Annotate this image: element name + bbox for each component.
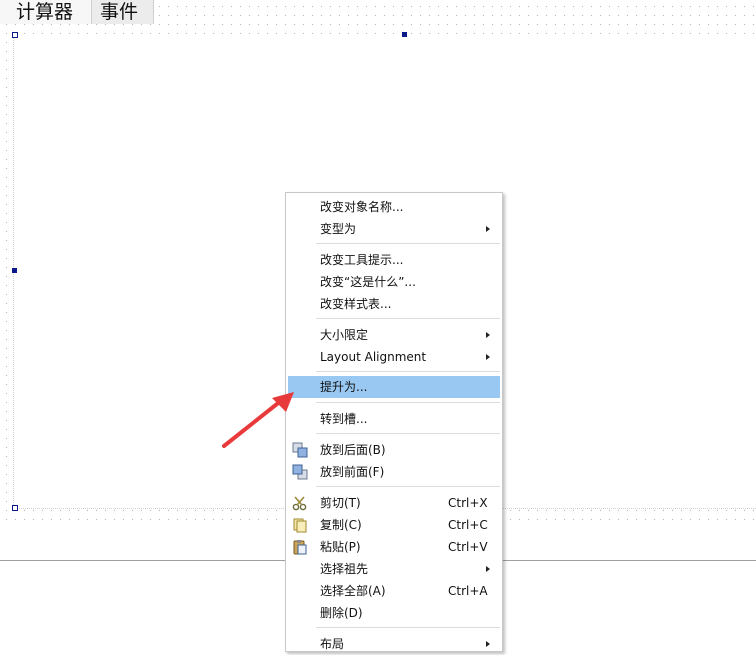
menu-item-morph-into[interactable]: 变型为 — [288, 218, 500, 240]
submenu-arrow-icon — [486, 354, 490, 360]
menu-item-send-to-back[interactable]: 放到后面(B) — [288, 439, 500, 461]
menu-item-copy[interactable]: 复制(C) Ctrl+C — [288, 514, 500, 536]
submenu-arrow-icon — [486, 332, 490, 338]
menu-item-label: Layout Alignment — [320, 350, 427, 364]
menu-item-change-whats-this[interactable]: 改变“这是什么”... — [288, 271, 500, 293]
menu-item-select-ancestor[interactable]: 选择祖先 — [288, 558, 500, 580]
menu-separator — [316, 243, 500, 244]
menu-item-label: 放到后面(B) — [320, 443, 386, 457]
menu-item-change-stylesheet[interactable]: 改变样式表... — [288, 293, 500, 315]
copy-icon — [292, 517, 308, 533]
resize-handle-top-left[interactable] — [12, 32, 18, 38]
menu-item-paste[interactable]: 粘贴(P) Ctrl+V — [288, 536, 500, 558]
menu-item-go-to-slot[interactable]: 转到槽... — [288, 408, 500, 430]
submenu-arrow-icon — [486, 641, 490, 647]
menu-item-change-tooltip[interactable]: 改变工具提示... — [288, 249, 500, 271]
menu-item-label: 改变“这是什么”... — [320, 275, 416, 289]
menu-item-label: 改变对象名称... — [320, 200, 404, 214]
menu-item-bring-to-front[interactable]: 放到前面(F) — [288, 461, 500, 483]
menu-item-promote-to[interactable]: 提升为... — [288, 376, 500, 398]
menu-item-label: 粘贴(P) — [320, 540, 361, 554]
menu-item-cut[interactable]: 剪切(T) Ctrl+X — [288, 492, 500, 514]
menu-item-size-constraints[interactable]: 大小限定 — [288, 324, 500, 346]
menu-item-label: 选择全部(A) — [320, 584, 386, 598]
menu-item-layout-alignment[interactable]: Layout Alignment — [288, 346, 500, 368]
bring-to-front-icon — [292, 464, 308, 480]
menu-item-label: 大小限定 — [320, 328, 369, 342]
menu-item-label: 改变样式表... — [320, 297, 392, 311]
menu-item-shortcut: Ctrl+C — [448, 518, 488, 532]
menu-item-change-object-name[interactable]: 改变对象名称... — [288, 196, 500, 218]
context-menu: 改变对象名称... 变型为 改变工具提示... 改变“这是什么”... 改变样式… — [285, 192, 503, 652]
menu-item-delete[interactable]: 删除(D) — [288, 602, 500, 624]
menu-separator — [316, 318, 500, 319]
resize-handle-top[interactable] — [402, 32, 407, 37]
menu-separator — [316, 371, 500, 372]
menu-item-label: 改变工具提示... — [320, 253, 404, 267]
menu-item-label: 布局 — [320, 637, 345, 651]
tab-bar: 计算器 事件 — [0, 0, 154, 24]
annotation-arrow-icon — [222, 392, 294, 448]
submenu-arrow-icon — [486, 226, 490, 232]
menu-item-layout[interactable]: 布局 — [288, 633, 500, 655]
menu-separator — [316, 402, 500, 403]
cut-icon — [292, 495, 308, 511]
menu-item-label: 转到槽... — [320, 412, 368, 426]
menu-separator — [316, 627, 500, 628]
menu-separator — [316, 486, 500, 487]
menu-item-label: 提升为... — [320, 380, 368, 394]
menu-item-label: 放到前面(F) — [320, 465, 385, 479]
menu-separator — [316, 433, 500, 434]
menu-item-label: 变型为 — [320, 222, 357, 236]
menu-item-label: 剪切(T) — [320, 496, 361, 510]
tab-events[interactable]: 事件 — [92, 0, 154, 24]
menu-item-label: 删除(D) — [320, 606, 363, 620]
submenu-arrow-icon — [486, 566, 490, 572]
tab-calculator[interactable]: 计算器 — [0, 0, 92, 24]
menu-item-shortcut: Ctrl+A — [448, 584, 488, 598]
menu-item-shortcut: Ctrl+V — [448, 540, 488, 554]
resize-handle-bottom-left[interactable] — [12, 505, 18, 511]
resize-handle-left[interactable] — [12, 268, 17, 273]
menu-item-label: 选择祖先 — [320, 562, 369, 576]
menu-item-select-all[interactable]: 选择全部(A) Ctrl+A — [288, 580, 500, 602]
menu-item-shortcut: Ctrl+X — [448, 496, 488, 510]
paste-icon — [292, 539, 308, 555]
menu-item-label: 复制(C) — [320, 518, 362, 532]
